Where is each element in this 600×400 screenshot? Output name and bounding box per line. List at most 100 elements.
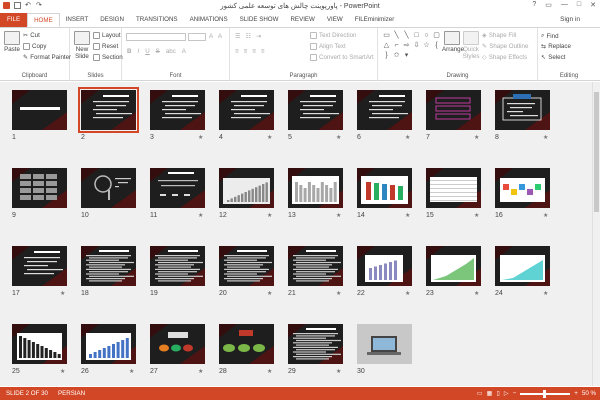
slide-thumbnail[interactable] xyxy=(219,90,274,130)
animation-star-icon[interactable]: ★ xyxy=(129,368,134,375)
animation-star-icon[interactable]: ★ xyxy=(336,134,341,141)
shape-textbox-icon[interactable]: ▭ xyxy=(382,31,391,40)
slide-thumbnail[interactable] xyxy=(150,168,205,208)
slide-thumbnail[interactable] xyxy=(12,90,67,130)
shape-star2-icon[interactable]: ✩ xyxy=(392,51,401,60)
shape-brace2-icon[interactable]: } xyxy=(382,51,391,60)
close-button[interactable]: ✕ xyxy=(590,1,596,9)
tab-insert[interactable]: INSERT xyxy=(60,13,95,27)
slide-thumbnail[interactable] xyxy=(219,324,274,364)
slide-thumbnail[interactable] xyxy=(12,324,67,364)
shape-rounded-icon[interactable]: ▢ xyxy=(432,31,441,40)
slide-thumbnail[interactable] xyxy=(150,90,205,130)
bullets-icon[interactable]: ☰ xyxy=(235,33,241,40)
slide-thumbnail[interactable] xyxy=(81,168,136,208)
shape-star-icon[interactable]: ☆ xyxy=(422,41,431,50)
italic-icon[interactable]: I xyxy=(137,48,139,55)
minimize-button[interactable]: — xyxy=(561,1,568,9)
slide-thumbnail[interactable] xyxy=(150,324,205,364)
section-button[interactable]: Section xyxy=(93,54,123,61)
sign-in-link[interactable]: Sign in xyxy=(560,16,580,23)
animation-star-icon[interactable]: ★ xyxy=(543,134,548,141)
slide-thumbnail[interactable] xyxy=(288,90,343,130)
convert-smartart-button[interactable]: Convert to SmartArt xyxy=(310,54,374,61)
animation-star-icon[interactable]: ★ xyxy=(267,212,272,219)
shape-fill-button[interactable]: ◈ Shape Fill xyxy=(482,32,516,39)
strikethrough-icon[interactable]: S xyxy=(156,48,160,55)
normal-view-icon[interactable]: ▭ xyxy=(477,390,483,397)
animation-star-icon[interactable]: ★ xyxy=(474,212,479,219)
animation-star-icon[interactable]: ★ xyxy=(543,212,548,219)
animation-star-icon[interactable]: ★ xyxy=(336,212,341,219)
sorter-view-icon[interactable]: ▦ xyxy=(487,390,493,397)
tab-view[interactable]: VIEW xyxy=(321,13,349,27)
numbering-icon[interactable]: ☷ xyxy=(246,33,252,40)
tab-home[interactable]: HOME xyxy=(27,13,60,27)
animation-star-icon[interactable]: ★ xyxy=(267,368,272,375)
animation-star-icon[interactable]: ★ xyxy=(267,290,272,297)
tab-slide-show[interactable]: SLIDE SHOW xyxy=(234,13,285,27)
font-family-select[interactable] xyxy=(126,33,186,41)
slide-thumbnail[interactable] xyxy=(357,90,412,130)
slide-thumbnail[interactable] xyxy=(357,168,412,208)
shape-effects-button[interactable]: ◇ Shape Effects xyxy=(482,54,527,61)
slide-thumbnail[interactable] xyxy=(426,90,481,130)
text-direction-button[interactable]: Text Direction xyxy=(310,32,356,39)
tab-design[interactable]: DESIGN xyxy=(94,13,130,27)
layout-button[interactable]: Layout xyxy=(93,32,121,39)
cut-button[interactable]: ✂ Cut xyxy=(23,32,40,39)
shape-line-icon[interactable]: ╲ xyxy=(392,31,401,40)
slide-thumbnail[interactable] xyxy=(288,168,343,208)
shape-rect-icon[interactable]: □ xyxy=(412,31,421,40)
quick-styles-button[interactable]: Quick Styles xyxy=(462,31,480,60)
slide-thumbnail[interactable] xyxy=(357,246,412,286)
slide-thumbnail[interactable] xyxy=(219,168,274,208)
align-left-icon[interactable]: ≡ xyxy=(235,48,239,55)
shape-oval-icon[interactable]: ○ xyxy=(422,31,431,40)
arrange-button[interactable]: Arrange xyxy=(442,31,464,53)
slide-thumbnail[interactable] xyxy=(150,246,205,286)
slide-thumbnail[interactable] xyxy=(426,168,481,208)
zoom-level[interactable]: 50 % xyxy=(582,390,596,397)
shape-outline-button[interactable]: ✎ Shape Outline xyxy=(482,43,528,50)
maximize-button[interactable]: □ xyxy=(577,1,581,9)
animation-star-icon[interactable]: ★ xyxy=(336,290,341,297)
shrink-font-button[interactable]: A xyxy=(218,33,222,40)
shape-brace-icon[interactable]: { xyxy=(432,41,441,50)
align-center-icon[interactable]: ≡ xyxy=(244,48,248,55)
animation-star-icon[interactable]: ★ xyxy=(198,368,203,375)
shape-arrow-down-icon[interactable]: ⇩ xyxy=(412,41,421,50)
animation-star-icon[interactable]: ★ xyxy=(198,212,203,219)
tab-file[interactable]: FILE xyxy=(0,13,28,27)
tab-fileminimizer[interactable]: FILEminimizer xyxy=(349,13,401,27)
slide-thumbnail[interactable] xyxy=(288,246,343,286)
indent-icon[interactable]: ⇥ xyxy=(256,33,261,40)
shapes-gallery[interactable]: ▭ ╲ ╲ □ ○ ▢ △ ⌐ ⇨ ⇩ ☆ { } ✩ ▾ xyxy=(382,31,442,64)
animation-star-icon[interactable]: ★ xyxy=(336,368,341,375)
slide-thumbnail[interactable] xyxy=(12,246,67,286)
bold-icon[interactable]: B xyxy=(127,48,131,55)
slide-thumbnail[interactable] xyxy=(495,246,550,286)
zoom-slider-knob[interactable] xyxy=(543,389,547,398)
animation-star-icon[interactable]: ★ xyxy=(198,134,203,141)
align-right-icon[interactable]: ≡ xyxy=(252,48,256,55)
slide-thumbnail[interactable] xyxy=(495,90,550,130)
tab-review[interactable]: REVIEW xyxy=(284,13,320,27)
animation-star-icon[interactable]: ★ xyxy=(405,290,410,297)
vertical-scrollbar[interactable] xyxy=(592,82,600,386)
shape-triangle-icon[interactable]: △ xyxy=(382,41,391,50)
underline-icon[interactable]: U xyxy=(145,48,149,55)
shape-more-icon[interactable]: ▾ xyxy=(402,51,411,60)
font-color-icon[interactable]: A xyxy=(182,48,186,55)
slide-thumbnail[interactable] xyxy=(81,324,136,364)
slide-thumbnail[interactable] xyxy=(426,246,481,286)
ribbon-display-button[interactable]: ▭ xyxy=(545,1,552,9)
grow-font-button[interactable]: A xyxy=(209,33,213,40)
zoom-out-icon[interactable]: − xyxy=(513,390,517,397)
animation-star-icon[interactable]: ★ xyxy=(405,134,410,141)
animation-star-icon[interactable]: ★ xyxy=(474,290,479,297)
slide-thumbnail[interactable] xyxy=(12,168,67,208)
animation-star-icon[interactable]: ★ xyxy=(267,134,272,141)
shadow-icon[interactable]: abc xyxy=(166,48,176,55)
slide-thumbnail[interactable] xyxy=(81,246,136,286)
